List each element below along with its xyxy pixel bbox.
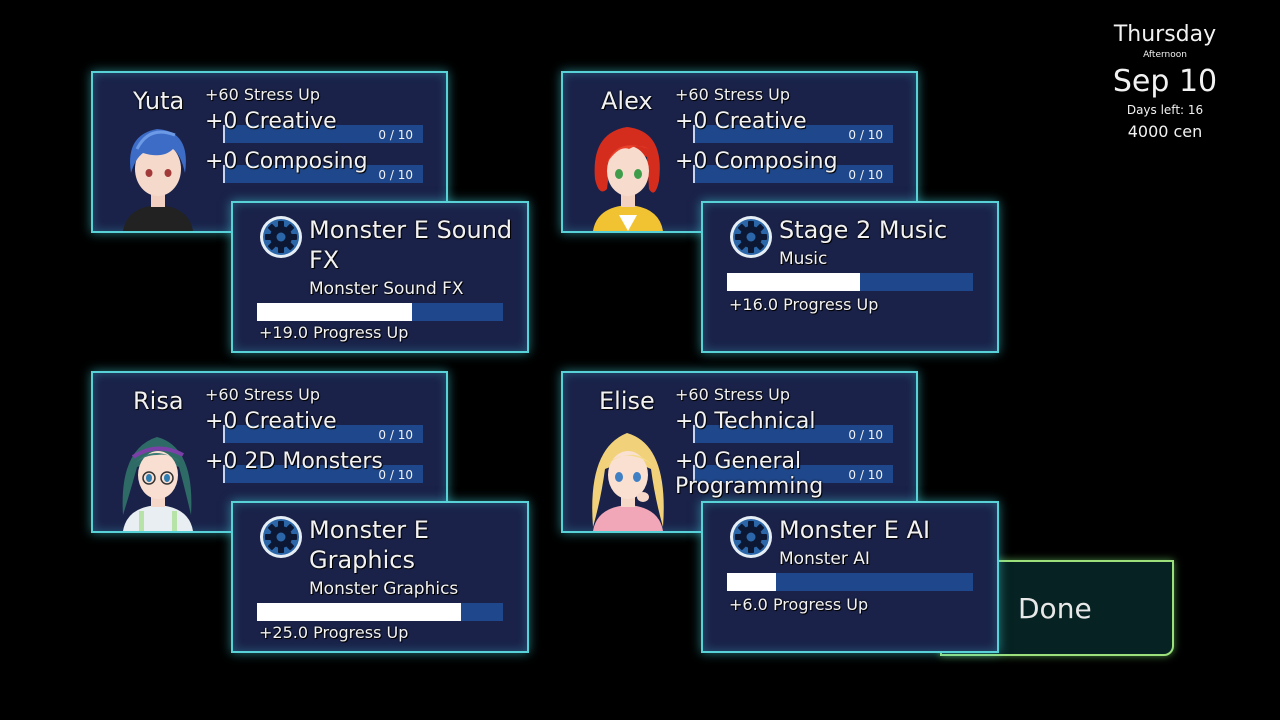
- money: 4000 cen: [1127, 122, 1203, 141]
- stat-label: +0 Technical: [675, 409, 816, 434]
- task-panel-graphics: Monster E Graphics Monster Graphics +25.…: [231, 501, 529, 653]
- stat-count: 0 / 10: [848, 168, 883, 182]
- stat-label: +0 2D Monsters: [205, 449, 383, 474]
- stat-count: 0 / 10: [848, 468, 883, 482]
- gear-icon: [260, 216, 302, 258]
- progress-fill: [727, 273, 860, 291]
- progress-text: +19.0 Progress Up: [259, 323, 409, 342]
- stress-text: +60 Stress Up: [675, 385, 790, 404]
- progress-fill: [727, 573, 777, 591]
- gear-icon: [730, 516, 772, 558]
- task-panel-stage-2-music: Stage 2 Music Music +16.0 Progress Up: [701, 201, 999, 353]
- stat-label: +0 Composing: [205, 149, 368, 174]
- gear-icon: [260, 516, 302, 558]
- character-portrait-elise: [589, 419, 667, 531]
- task-subtitle: Monster AI: [779, 549, 870, 569]
- task-subtitle: Monster Graphics: [309, 579, 459, 599]
- stat-count: 0 / 10: [848, 428, 883, 442]
- stat-count: 0 / 10: [378, 168, 413, 182]
- task-panel-ai: Monster E AI Monster AI +6.0 Progress Up: [701, 501, 999, 653]
- character-portrait-alex: [589, 119, 667, 231]
- progress-text: +16.0 Progress Up: [729, 295, 879, 314]
- stat-label: +0 Creative: [205, 409, 337, 434]
- task-title: Monster E Sound FX: [309, 216, 513, 274]
- stat-count: 0 / 10: [378, 428, 413, 442]
- stat-count: 0 / 10: [848, 128, 883, 142]
- date: Sep 10: [1112, 64, 1218, 99]
- character-name: Yuta: [133, 87, 185, 115]
- task-panel-sound-fx: Monster E Sound FX Monster Sound FX +19.…: [231, 201, 529, 353]
- task-title: Stage 2 Music: [779, 216, 948, 244]
- character-name: Risa: [133, 387, 184, 415]
- gear-icon: [730, 216, 772, 258]
- character-portrait-yuta: [119, 119, 197, 231]
- character-name: Elise: [599, 387, 655, 415]
- stat-count: 0 / 10: [378, 128, 413, 142]
- days-left: Days left: 16: [1126, 103, 1204, 117]
- stress-text: +60 Stress Up: [675, 85, 790, 104]
- stress-text: +60 Stress Up: [205, 385, 320, 404]
- progress-bar: [257, 603, 503, 621]
- task-subtitle: Monster Sound FX: [309, 279, 464, 299]
- stat-label: +0 Creative: [205, 109, 337, 134]
- progress-bar: [727, 273, 973, 291]
- done-button-label: Done: [1018, 592, 1092, 625]
- progress-bar: [727, 573, 973, 591]
- task-title: Monster E Graphics: [309, 516, 429, 574]
- character-name: Alex: [601, 87, 653, 115]
- task-subtitle: Music: [779, 249, 828, 269]
- time-of-day: Afternoon: [1143, 50, 1187, 60]
- stat-label: +0 General Programming: [675, 449, 824, 499]
- task-title: Monster E AI: [779, 516, 931, 544]
- progress-fill: [257, 303, 412, 321]
- stat-count: 0 / 10: [378, 468, 413, 482]
- progress-text: +6.0 Progress Up: [729, 595, 869, 614]
- stat-label: +0 Creative: [675, 109, 807, 134]
- progress-bar: [257, 303, 503, 321]
- progress-fill: [257, 603, 462, 621]
- stat-label: +0 Composing: [675, 149, 838, 174]
- character-portrait-risa: [119, 419, 197, 531]
- progress-text: +25.0 Progress Up: [259, 623, 409, 642]
- stress-text: +60 Stress Up: [205, 85, 320, 104]
- weekday: Thursday: [1113, 22, 1217, 47]
